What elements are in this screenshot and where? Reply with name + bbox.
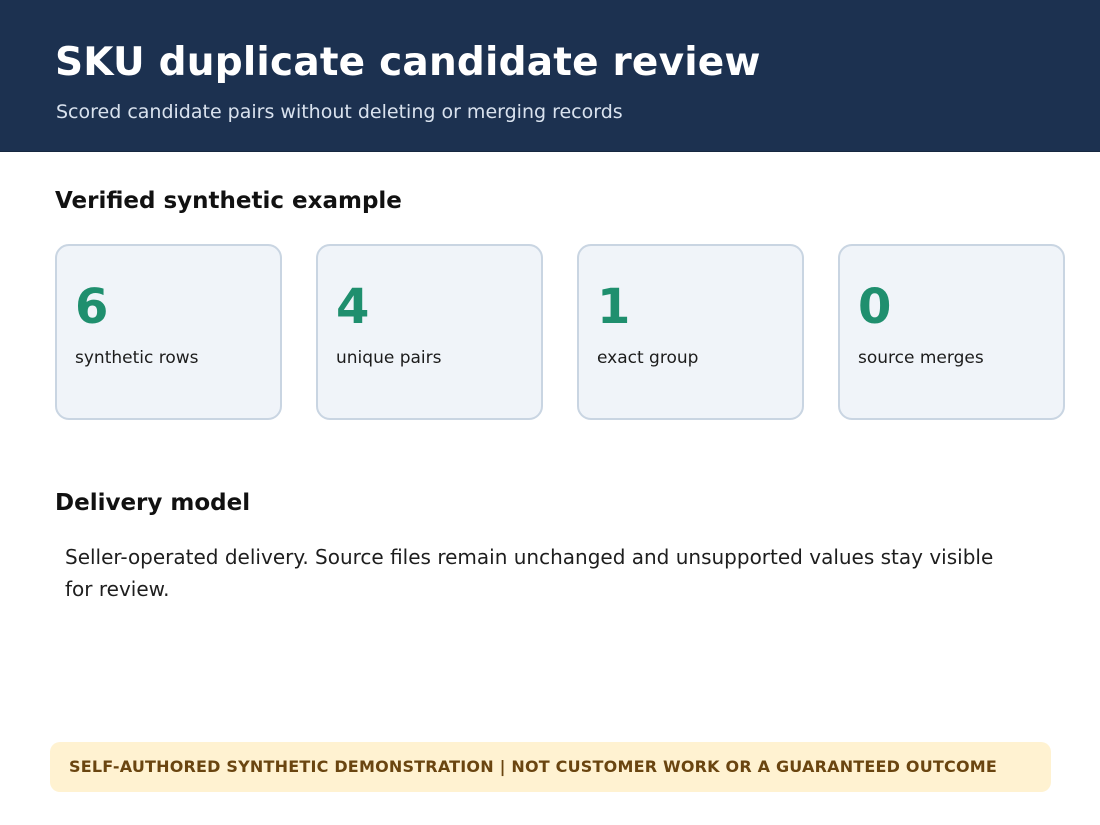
metric-card-source-merges: 0 source merges	[838, 244, 1065, 420]
metric-value: 0	[858, 279, 892, 335]
verified-example-heading: Verified synthetic example	[55, 188, 402, 214]
disclaimer-banner: SELF-AUTHORED SYNTHETIC DEMONSTRATION | …	[50, 742, 1051, 792]
page-subtitle: Scored candidate pairs without deleting …	[56, 101, 623, 123]
metric-card-exact-group: 1 exact group	[577, 244, 804, 420]
metric-cards: 6 synthetic rows 4 unique pairs 1 exact …	[55, 244, 1066, 420]
metric-value: 1	[597, 279, 631, 335]
metric-card-unique-pairs: 4 unique pairs	[316, 244, 543, 420]
metric-label: synthetic rows	[75, 348, 199, 368]
metric-card-synthetic-rows: 6 synthetic rows	[55, 244, 282, 420]
page-title: SKU duplicate candidate review	[55, 40, 761, 85]
metric-label: exact group	[597, 348, 699, 368]
delivery-model-text: Seller-operated delivery. Source files r…	[65, 545, 994, 601]
metric-label: source merges	[858, 348, 984, 368]
disclaimer-text: SELF-AUTHORED SYNTHETIC DEMONSTRATION | …	[69, 757, 998, 776]
metric-value: 6	[75, 279, 109, 335]
metric-value: 4	[336, 279, 370, 335]
page-header: SKU duplicate candidate review Scored ca…	[0, 0, 1100, 152]
delivery-model-heading: Delivery model	[55, 490, 251, 516]
metric-label: unique pairs	[336, 348, 442, 368]
